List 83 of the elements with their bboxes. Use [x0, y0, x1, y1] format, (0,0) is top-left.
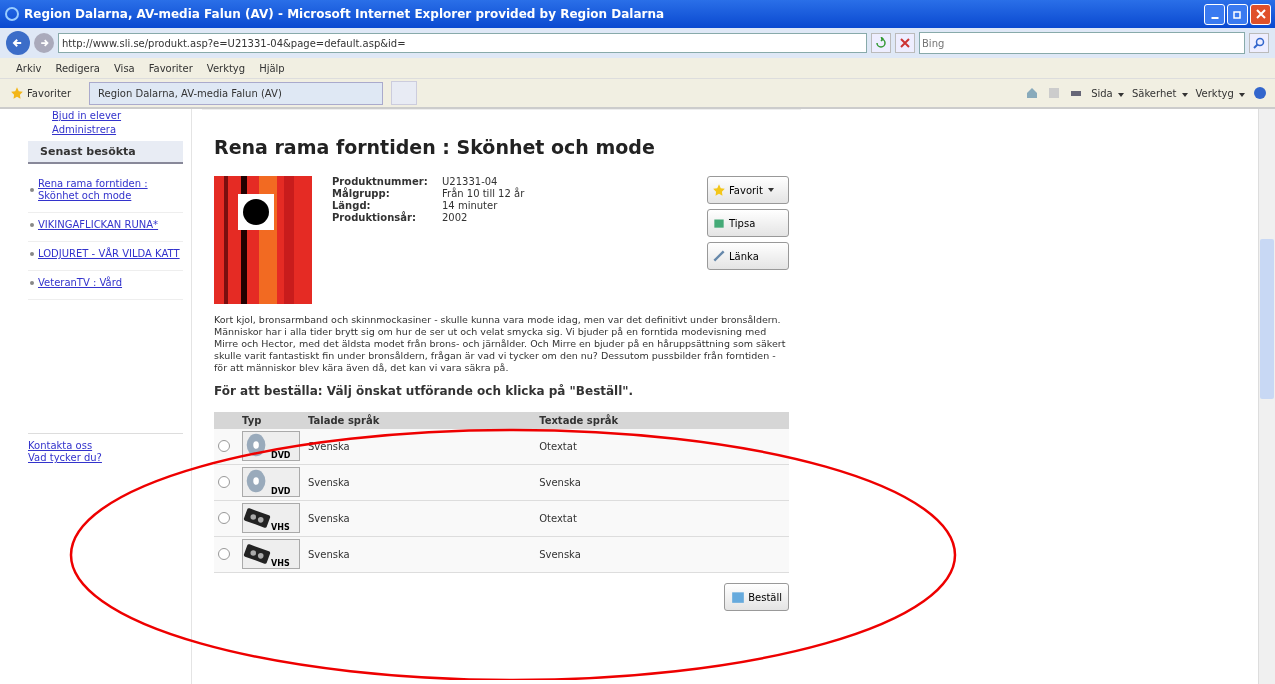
footer-link[interactable]: Vad tycker du?	[28, 452, 183, 464]
fact-value: 2002	[442, 212, 468, 223]
media-type-icon: DVD	[242, 431, 300, 461]
minimize-button[interactable]	[1204, 3, 1225, 25]
recent-link[interactable]: LODJURET - VÅR VILDA KATT	[38, 248, 180, 260]
refresh-icon[interactable]	[871, 33, 891, 53]
fact-label: Längd:	[332, 200, 372, 211]
fact-label: Produktnummer:	[332, 176, 429, 187]
bullet-icon	[30, 252, 34, 256]
column-header: Talade språk	[304, 412, 536, 429]
forward-button[interactable]	[34, 33, 54, 53]
bullet-icon	[30, 188, 34, 192]
window-title: Region Dalarna, AV-media Falun (AV) - Microsoft Internet Explorer provided by Region Dalarna	[24, 7, 666, 21]
menu-item[interactable]: Favoriter	[148, 62, 193, 74]
order-instruction: För att beställa: Välj önskat utförande och klicka på "Beställ".	[214, 384, 635, 398]
footer-link[interactable]: Kontakta oss	[28, 440, 183, 452]
caret-icon	[767, 188, 774, 192]
bullet-icon	[30, 281, 34, 285]
close-button[interactable]	[1250, 3, 1271, 25]
address-field[interactable]: http://www.sli.se/produkt.asp?e=U21331-04&page=default.asp&id=	[58, 33, 867, 53]
radio-button[interactable]	[218, 547, 230, 560]
fact-label: Målgrupp:	[332, 188, 391, 199]
section-heading: Senast besökta	[28, 141, 183, 164]
sidebar-link[interactable]: Bjud in elever	[52, 109, 183, 123]
radio-button[interactable]	[218, 475, 230, 488]
radio-button[interactable]	[218, 439, 230, 452]
table-cell: Svenska	[535, 464, 789, 501]
action-button[interactable]: Favorit	[707, 176, 789, 204]
action-button[interactable]: Tipsa	[707, 209, 789, 237]
media-type-icon: DVD	[242, 467, 300, 497]
table-cell: Svenska	[304, 429, 536, 465]
toolbar-menu[interactable]: Sida	[1091, 87, 1124, 99]
search-field[interactable]: Bing	[919, 32, 1245, 54]
toolbar-menu[interactable]: Verktyg	[1195, 87, 1245, 99]
browser-tab[interactable]: Region Dalarna, AV-media Falun (AV)	[89, 81, 383, 105]
media-type-icon: VHS	[242, 539, 300, 569]
radio-button[interactable]	[218, 511, 230, 524]
restore-icon	[1232, 9, 1243, 19]
product-title: Rena rama forntiden : Skönhet och mode	[214, 136, 656, 158]
caret-icon	[1181, 92, 1188, 97]
minimize-icon	[1210, 17, 1219, 19]
close-icon[interactable]	[895, 33, 915, 53]
star-icon	[712, 183, 726, 197]
caret-icon	[1117, 92, 1124, 97]
sidebar-link[interactable]: Administrera	[52, 123, 183, 137]
close-icon	[1255, 9, 1266, 19]
browser-logo-icon	[4, 6, 20, 22]
media-type-icon: VHS	[242, 503, 300, 533]
menu-item[interactable]: Hjälp	[259, 62, 285, 74]
help-icon[interactable]	[1253, 86, 1267, 100]
column-header: Typ	[238, 412, 304, 429]
table-cell: Svenska	[304, 500, 536, 537]
fact-value: 14 minuter	[442, 200, 498, 211]
favorites-button[interactable]: Favoriter	[8, 84, 82, 102]
column-header: Textade språk	[535, 412, 789, 429]
order-button[interactable]: Beställ	[724, 583, 789, 611]
back-button[interactable]	[6, 31, 30, 55]
restore-button[interactable]	[1227, 3, 1248, 25]
search-icon[interactable]	[1249, 33, 1269, 53]
recent-link[interactable]: VeteranTV : Vård	[38, 277, 123, 289]
scrollbar[interactable]	[1258, 109, 1275, 684]
caret-icon	[1239, 92, 1245, 97]
table-cell: Svenska	[535, 536, 789, 573]
menu-item[interactable]: Redigera	[55, 62, 100, 74]
description-text: Kort kjol, bronsarmband och skinnmockasiner - skulle kunna vara mode idag, men var det definitivt under bronsåldern. Människor har i alla tider brytt sig om hur de ser ut och velat smycka sig. Vi bjuder på en forntida modevisning med Mirre och Hector, med det äldsta modet från brons- och järnålder. Och Mirre en bjuder på en håruppsättning som säkert skulle varit fantastiskt fin under bronsåldern, frågan är vad vi tycker om den nu? Dessutom pussbilder från forntiden - för att människor blev kära även då, det kan vi vara säkra på.	[214, 314, 787, 374]
table-cell: Svenska	[304, 464, 536, 501]
toolbar-menu[interactable]: Säkerhet	[1131, 87, 1188, 99]
table-cell: Otextat	[535, 500, 789, 537]
menu-item[interactable]: Arkiv	[16, 62, 42, 74]
star-icon	[10, 86, 24, 100]
fact-value: Från 10 till 12 år	[442, 188, 525, 199]
recent-link[interactable]: Rena rama forntiden : Skönhet och mode	[38, 178, 181, 202]
table-cell: Otextat	[535, 429, 789, 465]
menu-item[interactable]: Visa	[114, 62, 135, 74]
fact-label: Produktionsår:	[332, 212, 417, 223]
menu-item[interactable]: Verktyg	[206, 62, 246, 74]
table-cell: Svenska	[304, 536, 536, 573]
pencil-icon	[712, 249, 726, 263]
bullet-icon	[30, 223, 34, 227]
action-button[interactable]: Länka	[707, 242, 789, 270]
home-icon[interactable]	[1025, 86, 1040, 100]
fact-value: U21331-04	[442, 176, 498, 187]
recent-link[interactable]: VIKINGAFLICKAN RUNA*	[38, 219, 159, 231]
